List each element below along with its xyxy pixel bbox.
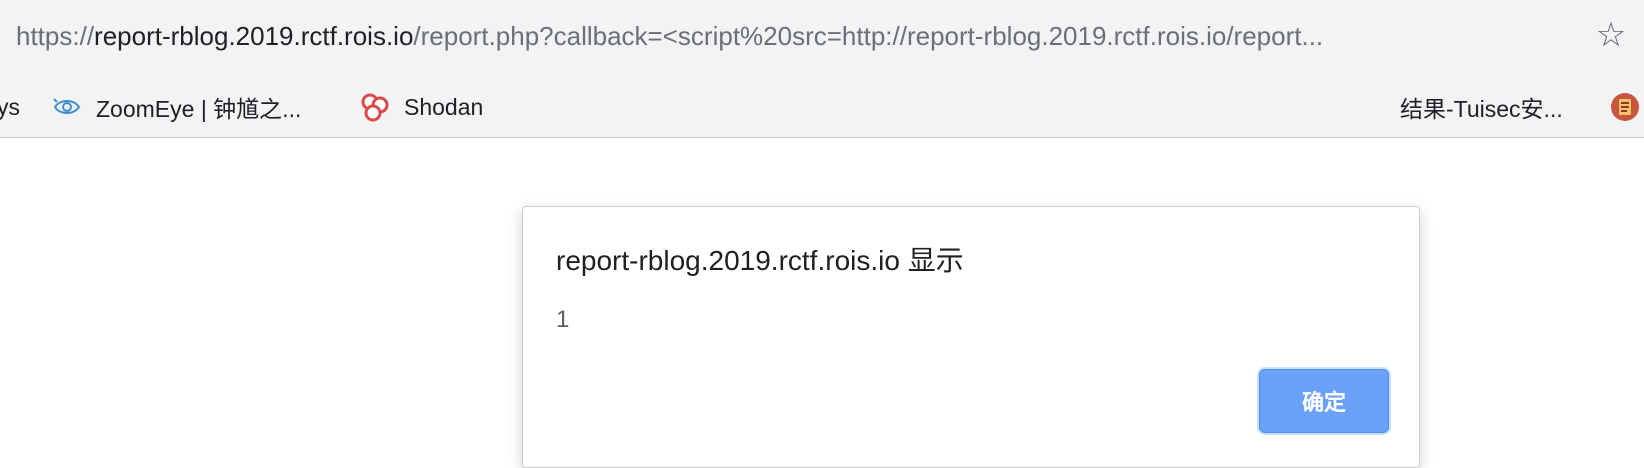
bookmark-item-shodan[interactable]: Shodan	[360, 78, 483, 136]
bookmark-item-zoomeye[interactable]: ZoomEye | 钟馗之...	[52, 78, 301, 136]
tuisec-icon	[1611, 93, 1639, 121]
url-host: report-rblog.2019.rctf.rois.io	[94, 21, 414, 51]
ok-button[interactable]: 确定	[1259, 369, 1389, 433]
browser-toolbar: https://report-rblog.2019.rctf.rois.io/r…	[0, 0, 1644, 138]
url-scheme: https://	[16, 21, 95, 51]
page-content: report-rblog.2019.rctf.rois.io 显示 1 确定	[0, 138, 1644, 468]
bookmark-label: ys	[0, 93, 20, 120]
dialog-title: report-rblog.2019.rctf.rois.io 显示	[556, 245, 964, 276]
bookmark-item-tuisec[interactable]: 结果-Tuisec安...	[1400, 78, 1563, 136]
url-path: /report.php?callback=<script%20src=http:…	[413, 21, 1324, 51]
bookmark-star-icon[interactable]: ☆	[1592, 16, 1630, 54]
alert-dialog: report-rblog.2019.rctf.rois.io 显示 1 确定	[522, 206, 1420, 468]
dialog-message: 1	[556, 306, 570, 333]
address-bar[interactable]: https://report-rblog.2019.rctf.rois.io/r…	[0, 0, 1644, 76]
bookmark-label: 结果-Tuisec安...	[1400, 96, 1563, 122]
bookmark-item-tuisec-icon[interactable]	[1610, 78, 1644, 136]
shodan-icon	[361, 93, 389, 122]
zoomeye-eye-icon	[53, 98, 81, 114]
bookmarks-bar: ys ZoomEye | 钟馗之... Shodan 结果-Tuisec安...	[0, 78, 1644, 136]
bookmark-label: ZoomEye | 钟馗之...	[96, 96, 302, 122]
url-text[interactable]: https://report-rblog.2019.rctf.rois.io/r…	[16, 18, 1576, 54]
bookmark-item-partial[interactable]: ys	[0, 78, 20, 136]
bookmark-label: Shodan	[404, 93, 484, 120]
